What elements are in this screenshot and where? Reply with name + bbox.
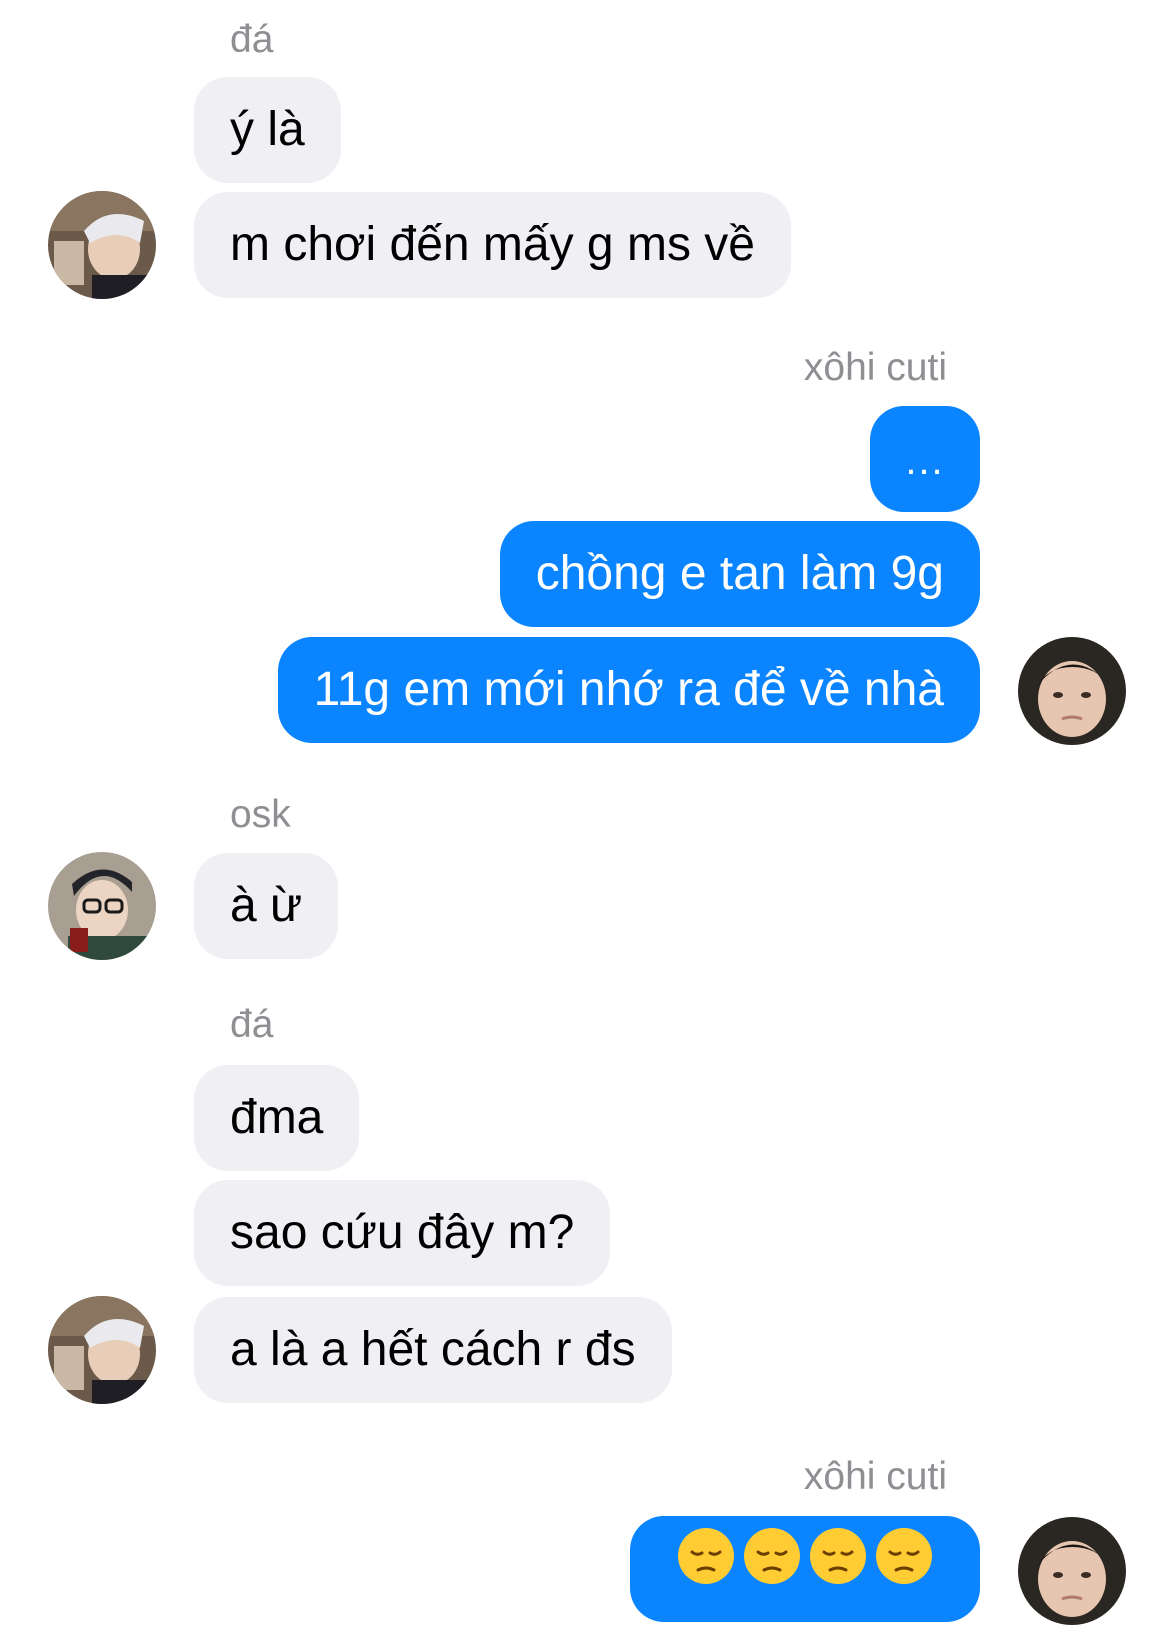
sender-name-osk: osk [230, 793, 291, 836]
avatar-da[interactable] [48, 1296, 156, 1404]
pensive-face-icon [808, 1518, 868, 1624]
ellipsis-message: ... [905, 439, 945, 483]
message-bubble-incoming[interactable]: à ừ [194, 853, 339, 959]
message-bubble-outgoing[interactable]: 😔😔😔😔 [630, 1516, 980, 1622]
message-bubble-incoming[interactable]: đma [194, 1065, 360, 1171]
chat-thread: đá ý là m chơi đến mấy g ms về xôhi cuti… [0, 0, 1170, 1645]
message-bubble-incoming[interactable]: sao cứu đây m? [194, 1180, 611, 1286]
message-bubble-outgoing[interactable]: 11g em mới nhớ ra để về nhà [277, 637, 980, 743]
avatar-xohi-cuti[interactable] [1018, 1517, 1126, 1625]
sender-name-da: đá [230, 1003, 274, 1046]
message-bubble-incoming[interactable]: m chơi đến mấy g ms về [194, 192, 791, 298]
message-bubble-outgoing[interactable]: chồng e tan làm 9g [499, 521, 980, 627]
pensive-face-icon [874, 1518, 934, 1624]
sender-name-da: đá [230, 18, 274, 61]
message-bubble-incoming[interactable]: ý là [194, 77, 341, 183]
message-bubble-incoming[interactable]: a là a hết cách r đs [194, 1297, 672, 1403]
avatar-da[interactable] [48, 191, 156, 299]
sender-name-xohi-cuti: xôhi cuti [803, 1455, 947, 1498]
avatar-xohi-cuti[interactable] [1018, 637, 1126, 745]
avatar-osk[interactable] [48, 852, 156, 960]
pensive-face-icon [742, 1518, 802, 1624]
sender-name-xohi-cuti: xôhi cuti [803, 346, 947, 389]
message-bubble-outgoing[interactable]: ... [870, 406, 980, 512]
pensive-face-icon [676, 1518, 736, 1624]
